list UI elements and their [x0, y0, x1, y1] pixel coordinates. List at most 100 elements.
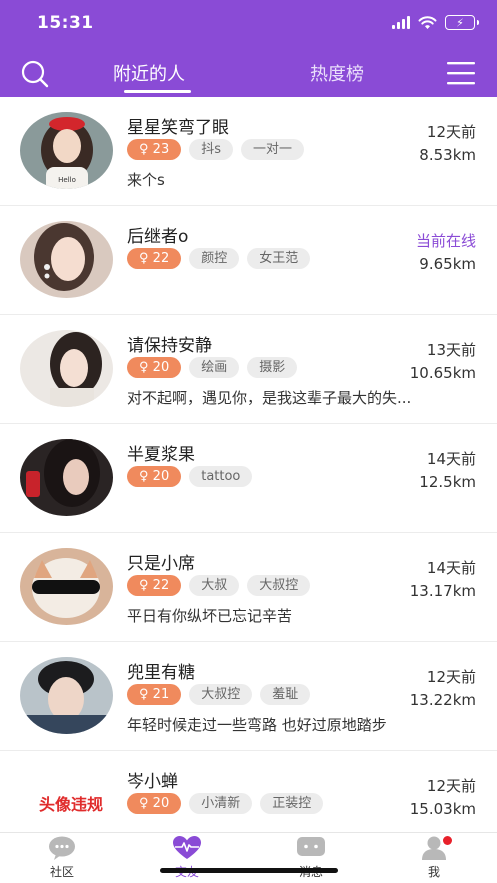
gender-age-badge: ♀ 21	[127, 684, 182, 705]
female-icon: ♀	[139, 578, 149, 593]
tabbar-item-me[interactable]: 我	[404, 836, 464, 880]
heart-pulse-icon	[173, 836, 201, 859]
female-icon: ♀	[139, 142, 149, 157]
menu-icon[interactable]	[447, 61, 475, 85]
user-tag: tattoo	[189, 466, 253, 487]
message-icon	[297, 837, 325, 856]
user-name: 兜里有糖	[127, 663, 195, 683]
user-distance: 12.5km	[419, 473, 476, 491]
last-active-time: 12天前	[426, 668, 476, 686]
user-tags: ♀ 23 抖s 一对一	[127, 139, 305, 160]
last-active-time: 14天前	[426, 450, 476, 468]
last-active-time: 12天前	[426, 777, 476, 795]
female-icon: ♀	[139, 360, 149, 375]
user-tags: ♀ 21 大叔控 羞耻	[127, 684, 311, 705]
user-tags: ♀ 20 tattoo	[127, 466, 253, 487]
user-age: 22	[152, 578, 170, 593]
user-tag: 小清新	[189, 793, 253, 814]
user-bio: 来个s	[127, 171, 165, 189]
user-distance: 8.53km	[419, 146, 476, 164]
female-icon: ♀	[139, 251, 149, 266]
user-name: 只是小席	[127, 554, 195, 574]
tab-nearby[interactable]: 附近的人	[113, 60, 185, 86]
user-age: 20	[152, 469, 170, 484]
last-active-time: 14天前	[426, 559, 476, 577]
user-name: 半夏浆果	[127, 445, 195, 465]
user-avatar[interactable]: Hello	[20, 112, 113, 189]
user-age: 22	[152, 251, 170, 266]
tabbar-item-community[interactable]: 社区	[32, 836, 92, 880]
user-name: 请保持安静	[127, 336, 212, 356]
user-tag: 大叔	[189, 575, 240, 596]
avatar-violation-label: 头像违规	[38, 795, 103, 814]
tab-active-indicator	[124, 90, 191, 93]
user-avatar[interactable]	[20, 330, 113, 407]
user-tags: ♀ 22 颜控 女王范	[127, 248, 311, 269]
wifi-icon	[418, 15, 437, 29]
user-name: 后继者o	[127, 227, 189, 247]
user-age: 21	[152, 687, 170, 702]
user-distance: 9.65km	[419, 255, 476, 273]
user-distance: 10.65km	[409, 364, 476, 382]
user-tag: 绘画	[189, 357, 240, 378]
svg-text:Hello: Hello	[58, 176, 76, 184]
gender-age-badge: ♀ 22	[127, 248, 182, 269]
search-icon[interactable]	[20, 59, 50, 89]
gender-age-badge: ♀ 23	[127, 139, 182, 160]
user-list: Hello 星星笑弯了眼 ♀ 23 抖s 一对一 来个s 12天前 8.53km…	[0, 97, 497, 860]
female-icon: ♀	[139, 687, 149, 702]
tabbar-label: 我	[427, 865, 440, 879]
user-avatar[interactable]	[20, 221, 113, 298]
last-active-time: 12天前	[426, 123, 476, 141]
notification-dot	[443, 836, 452, 845]
user-distance: 13.22km	[409, 691, 476, 709]
user-row[interactable]: 半夏浆果 ♀ 20 tattoo 14天前 12.5km	[0, 424, 497, 533]
user-row[interactable]: 兜里有糖 ♀ 21 大叔控 羞耻 年轻时候走过一些弯路 也好过原地踏步 12天前…	[0, 642, 497, 751]
user-tags: ♀ 20 小清新 正装控	[127, 793, 324, 814]
status-time: 15:31	[37, 13, 94, 33]
user-avatar[interactable]	[20, 657, 113, 734]
user-tag: 大叔控	[247, 575, 311, 596]
female-icon: ♀	[139, 469, 149, 484]
user-tag: 羞耻	[260, 684, 311, 705]
gender-age-badge: ♀ 20	[127, 793, 182, 814]
chat-bubble-icon	[49, 836, 75, 860]
user-age: 23	[152, 142, 170, 157]
user-row[interactable]: 请保持安静 ♀ 20 绘画 摄影 对不起啊，遇见你，是我这辈子最大的失... 1…	[0, 315, 497, 424]
last-active-time: 13天前	[426, 341, 476, 359]
user-tag: 大叔控	[189, 684, 253, 705]
user-age: 20	[152, 360, 170, 375]
user-row[interactable]: 只是小席 ♀ 22 大叔 大叔控 平日有你纵坏已忘记辛苦 14天前 13.17k…	[0, 533, 497, 642]
top-header: 15:31 ⚡ 附近的人 热度榜	[0, 0, 497, 97]
bottom-tab-bar: 社区 交友 消息 我	[0, 832, 497, 883]
user-bio: 年轻时候走过一些弯路 也好过原地踏步	[127, 716, 387, 734]
user-name: 星星笑弯了眼	[127, 118, 229, 138]
female-icon: ♀	[139, 796, 149, 811]
user-tags: ♀ 20 绘画 摄影	[127, 357, 298, 378]
user-avatar[interactable]	[20, 439, 113, 516]
user-bio: 平日有你纵坏已忘记辛苦	[127, 607, 293, 625]
user-tag: 颜控	[189, 248, 240, 269]
gender-age-badge: ♀ 22	[127, 575, 182, 596]
user-distance: 13.17km	[409, 582, 476, 600]
gender-age-badge: ♀ 20	[127, 357, 182, 378]
user-distance: 15.03km	[409, 800, 476, 818]
user-tag: 女王范	[247, 248, 311, 269]
tab-hot-list[interactable]: 热度榜	[310, 60, 364, 86]
home-indicator	[160, 868, 338, 873]
user-age: 20	[152, 796, 170, 811]
user-row[interactable]: Hello 星星笑弯了眼 ♀ 23 抖s 一对一 来个s 12天前 8.53km	[0, 97, 497, 206]
user-avatar[interactable]	[20, 548, 113, 625]
tabbar-label: 社区	[49, 865, 74, 879]
user-tags: ♀ 22 大叔 大叔控	[127, 575, 311, 596]
gender-age-badge: ♀ 20	[127, 466, 182, 487]
battery-icon: ⚡	[445, 15, 479, 30]
user-row[interactable]: 后继者o ♀ 22 颜控 女王范 当前在线 9.65km	[0, 206, 497, 315]
online-status: 当前在线	[415, 232, 476, 250]
status-icons: ⚡	[392, 15, 479, 30]
tabbar-item-friends[interactable]: 交友	[157, 836, 217, 880]
tabbar-item-messages[interactable]: 消息	[281, 836, 341, 880]
user-bio: 对不起啊，遇见你，是我这辈子最大的失...	[127, 389, 412, 407]
user-tag: 正装控	[260, 793, 324, 814]
user-tag: 摄影	[247, 357, 298, 378]
